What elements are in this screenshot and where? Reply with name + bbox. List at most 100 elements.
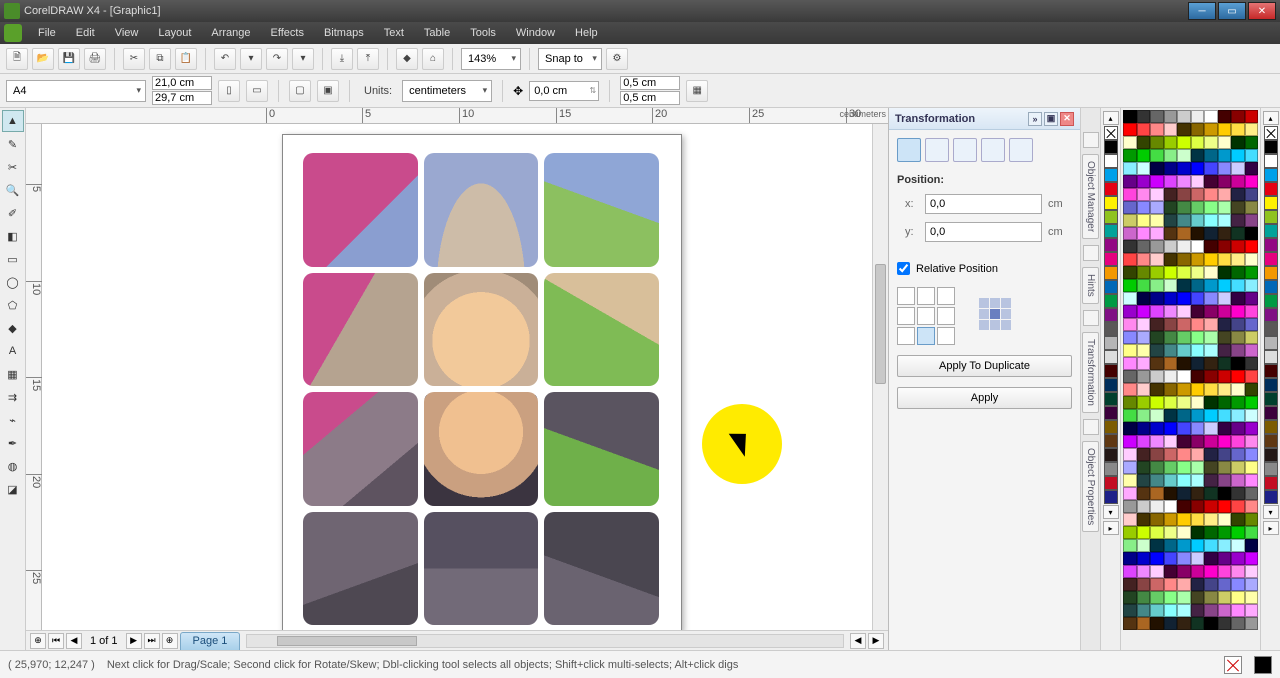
color-swatch[interactable] [1218, 149, 1232, 162]
color-swatch[interactable] [1137, 591, 1151, 604]
color-swatch[interactable] [1218, 253, 1232, 266]
color-swatch[interactable] [1264, 294, 1278, 308]
color-swatch[interactable] [1150, 227, 1164, 240]
color-swatch[interactable] [1137, 253, 1151, 266]
color-swatch[interactable] [1123, 448, 1137, 461]
color-swatch[interactable] [1164, 383, 1178, 396]
docker-close-button[interactable]: ✕ [1060, 112, 1074, 126]
art-tile[interactable] [544, 392, 659, 506]
color-swatch[interactable] [1204, 591, 1218, 604]
new-button[interactable]: 🗎 [6, 48, 28, 70]
smart-fill-tool[interactable]: ◧ [2, 225, 24, 247]
color-swatch[interactable] [1177, 201, 1191, 214]
color-swatch[interactable] [1150, 591, 1164, 604]
color-swatch[interactable] [1245, 292, 1259, 305]
anchor-bl[interactable] [897, 327, 915, 345]
color-swatch[interactable] [1164, 266, 1178, 279]
color-swatch[interactable] [1150, 344, 1164, 357]
art-tile[interactable] [303, 153, 418, 267]
color-swatch[interactable] [1123, 617, 1137, 630]
color-swatch[interactable] [1123, 201, 1137, 214]
pick-tool[interactable]: ▲ [2, 110, 24, 132]
color-swatch[interactable] [1191, 487, 1205, 500]
color-swatch[interactable] [1245, 123, 1259, 136]
color-swatch[interactable] [1164, 513, 1178, 526]
color-swatch[interactable] [1177, 552, 1191, 565]
color-swatch[interactable] [1104, 252, 1118, 266]
color-swatch[interactable] [1231, 305, 1245, 318]
color-swatch[interactable] [1204, 513, 1218, 526]
color-swatch[interactable] [1204, 487, 1218, 500]
color-swatch[interactable] [1231, 214, 1245, 227]
apply-button[interactable]: Apply [897, 387, 1072, 409]
apply-to-duplicate-button[interactable]: Apply To Duplicate [897, 355, 1072, 377]
copy-button[interactable]: ⧉ [149, 48, 171, 70]
color-swatch[interactable] [1104, 196, 1118, 210]
color-swatch[interactable] [1191, 292, 1205, 305]
color-swatch[interactable] [1137, 578, 1151, 591]
color-swatch[interactable] [1264, 378, 1278, 392]
color-swatch[interactable] [1104, 476, 1118, 490]
rectangle-tool[interactable]: ▭ [2, 248, 24, 270]
color-swatch[interactable] [1104, 336, 1118, 350]
color-swatch[interactable] [1137, 539, 1151, 552]
color-swatch[interactable] [1204, 227, 1218, 240]
color-swatch[interactable] [1164, 240, 1178, 253]
menu-bitmaps[interactable]: Bitmaps [314, 24, 374, 42]
interactive-fill-tool[interactable]: ◪ [2, 478, 24, 500]
color-swatch[interactable] [1104, 154, 1118, 168]
color-swatch[interactable] [1150, 396, 1164, 409]
color-swatch[interactable] [1164, 344, 1178, 357]
vertical-ruler[interactable]: 5 10 15 20 25 [26, 124, 42, 630]
color-swatch[interactable] [1150, 617, 1164, 630]
color-swatch[interactable] [1231, 539, 1245, 552]
cut-button[interactable]: ✂ [123, 48, 145, 70]
color-swatch[interactable] [1104, 238, 1118, 252]
color-swatch[interactable] [1150, 383, 1164, 396]
anchor-ml[interactable] [897, 307, 915, 325]
save-button[interactable]: 💾 [58, 48, 80, 70]
color-swatch[interactable] [1164, 604, 1178, 617]
color-swatch[interactable] [1177, 435, 1191, 448]
color-swatch[interactable] [1137, 266, 1151, 279]
color-swatch[interactable] [1204, 474, 1218, 487]
color-swatch[interactable] [1204, 240, 1218, 253]
table-tool[interactable]: ▦ [2, 363, 24, 385]
color-swatch[interactable] [1137, 383, 1151, 396]
color-swatch[interactable] [1164, 461, 1178, 474]
color-swatch[interactable] [1104, 350, 1118, 364]
zoom-tool[interactable]: 🔍 [2, 179, 24, 201]
color-swatch[interactable] [1177, 422, 1191, 435]
color-swatch[interactable] [1264, 168, 1278, 182]
color-swatch[interactable] [1204, 396, 1218, 409]
color-swatch[interactable] [1150, 292, 1164, 305]
color-swatch[interactable] [1137, 474, 1151, 487]
color-swatch[interactable] [1264, 224, 1278, 238]
color-swatch[interactable] [1177, 279, 1191, 292]
color-swatch[interactable] [1264, 462, 1278, 476]
color-swatch[interactable] [1150, 487, 1164, 500]
color-swatch[interactable] [1164, 500, 1178, 513]
fill-tool[interactable]: ◍ [2, 455, 24, 477]
color-swatch[interactable] [1231, 123, 1245, 136]
color-swatch[interactable] [1164, 279, 1178, 292]
color-swatch[interactable] [1123, 214, 1137, 227]
color-swatch[interactable] [1177, 578, 1191, 591]
crop-tool[interactable]: ✂ [2, 156, 24, 178]
color-swatch[interactable] [1104, 140, 1118, 154]
page-height-input[interactable]: 29,7 cm [152, 91, 212, 105]
anchor-mr[interactable] [937, 307, 955, 325]
color-swatch[interactable] [1104, 434, 1118, 448]
color-swatch[interactable] [1177, 409, 1191, 422]
color-swatch[interactable] [1245, 240, 1259, 253]
color-swatch[interactable] [1231, 604, 1245, 617]
eyedropper-tool[interactable]: ⌁ [2, 409, 24, 431]
color-swatch[interactable] [1164, 149, 1178, 162]
color-swatch[interactable] [1137, 487, 1151, 500]
color-swatch[interactable] [1245, 461, 1259, 474]
color-swatch[interactable] [1104, 448, 1118, 462]
horizontal-ruler[interactable]: 0 5 10 15 20 25 30 centimeters [26, 108, 888, 124]
art-tile[interactable] [424, 392, 539, 506]
color-swatch[interactable] [1177, 110, 1191, 123]
welcome-button[interactable]: ⌂ [422, 48, 444, 70]
